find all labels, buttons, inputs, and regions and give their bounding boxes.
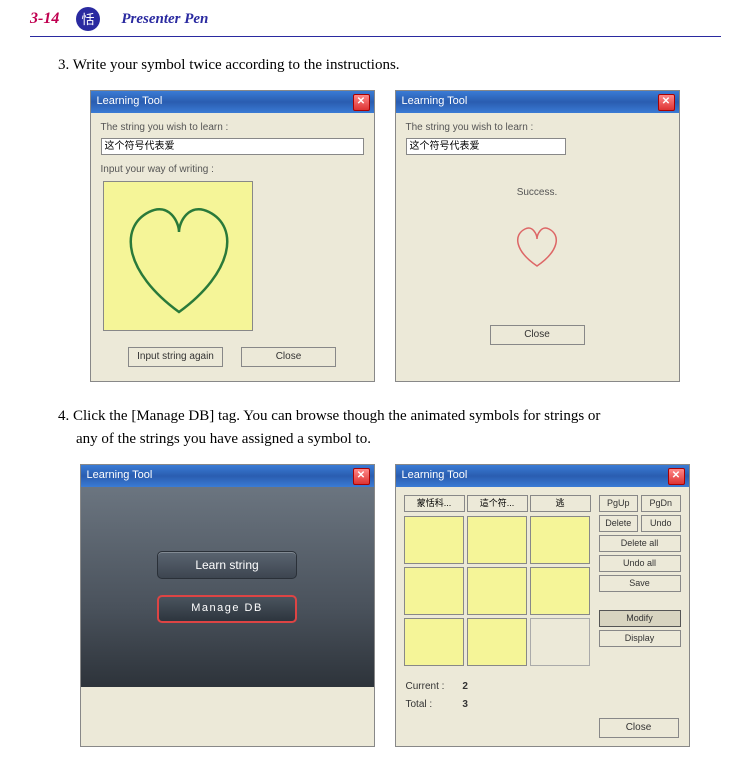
close-icon[interactable]: ✕ bbox=[353, 468, 370, 485]
dialog-learn-input: Learning Tool ✕ The string you wish to l… bbox=[90, 90, 375, 382]
close-icon[interactable]: ✕ bbox=[353, 94, 370, 111]
close-icon[interactable]: ✕ bbox=[668, 468, 685, 485]
symbol-cell-empty bbox=[530, 618, 590, 666]
dialog-title: Learning Tool bbox=[400, 468, 468, 483]
total-label: Total : bbox=[406, 699, 433, 710]
dialog-title: Learning Tool bbox=[95, 94, 163, 109]
titlebar: Learning Tool ✕ bbox=[396, 91, 679, 113]
string-input[interactable]: 这个符号代表爱 bbox=[101, 138, 364, 155]
screenshots-row-1: Learning Tool ✕ The string you wish to l… bbox=[58, 90, 711, 382]
current-value: 2 bbox=[462, 681, 468, 692]
drawing-canvas[interactable] bbox=[103, 181, 253, 331]
undo-all-button[interactable]: Undo all bbox=[599, 555, 681, 572]
learn-string-button[interactable]: Learn string bbox=[157, 551, 297, 579]
pgup-button[interactable]: PgUp bbox=[599, 495, 639, 512]
close-icon[interactable]: ✕ bbox=[658, 94, 675, 111]
dialog-title: Learning Tool bbox=[85, 468, 153, 483]
current-label: Current : bbox=[406, 681, 445, 692]
input-way-label: Input your way of writing : bbox=[101, 163, 364, 177]
page-number: 3-14 bbox=[30, 10, 59, 28]
save-button[interactable]: Save bbox=[599, 575, 681, 592]
delete-button[interactable]: Delete bbox=[599, 515, 639, 532]
symbol-cell[interactable] bbox=[467, 618, 527, 666]
step-4-text-line2: any of the strings you have assigned a s… bbox=[58, 429, 711, 450]
manage-db-button[interactable]: Manage DB bbox=[157, 595, 297, 623]
symbol-cell[interactable] bbox=[467, 567, 527, 615]
input-again-button[interactable]: Input string again bbox=[128, 347, 223, 367]
dialog-title: Learning Tool bbox=[400, 94, 468, 109]
symbol-cell[interactable] bbox=[530, 567, 590, 615]
heart-small bbox=[507, 221, 567, 271]
titlebar: Learning Tool ✕ bbox=[81, 465, 374, 487]
symbol-cell[interactable] bbox=[404, 567, 464, 615]
pgdn-button[interactable]: PgDn bbox=[641, 495, 681, 512]
dialog-manage-db: Learning Tool ✕ 蒙恬科... 這个符... 逃 bbox=[395, 464, 690, 747]
symbol-cell[interactable] bbox=[404, 516, 464, 564]
delete-all-button[interactable]: Delete all bbox=[599, 535, 681, 552]
heart-drawing bbox=[104, 182, 254, 332]
db-tab-1[interactable]: 蒙恬科... bbox=[404, 495, 465, 512]
string-input[interactable]: 这个符号代表爱 bbox=[406, 138, 566, 155]
symbol-cell[interactable] bbox=[404, 618, 464, 666]
step-4-text-line1: 4. Click the [Manage DB] tag. You can br… bbox=[58, 406, 711, 427]
success-message: Success. bbox=[406, 175, 669, 211]
step-3-text: 3. Write your symbol twice according to … bbox=[58, 55, 711, 76]
screenshots-row-2: Learning Tool ✕ Learn string Manage DB L… bbox=[58, 464, 711, 747]
symbol-cell[interactable] bbox=[530, 516, 590, 564]
titlebar: Learning Tool ✕ bbox=[396, 465, 689, 487]
close-button[interactable]: Close bbox=[241, 347, 336, 367]
close-button[interactable]: Close bbox=[490, 325, 585, 345]
section-title: Presenter Pen bbox=[121, 11, 208, 28]
db-tab-3[interactable]: 逃 bbox=[530, 495, 591, 512]
learn-label: The string you wish to learn : bbox=[406, 121, 669, 135]
svg-text:恬: 恬 bbox=[82, 12, 95, 27]
total-value: 3 bbox=[462, 699, 468, 710]
dialog-main-menu: Learning Tool ✕ Learn string Manage DB bbox=[80, 464, 375, 747]
modify-button[interactable]: Modify bbox=[599, 610, 681, 627]
display-button[interactable]: Display bbox=[599, 630, 681, 647]
titlebar: Learning Tool ✕ bbox=[91, 91, 374, 113]
db-tab-2[interactable]: 這个符... bbox=[467, 495, 528, 512]
stats-row: Current : Total : 2 3 bbox=[396, 674, 689, 714]
logo-icon: 恬 bbox=[75, 6, 101, 32]
page-header: 3-14 恬 Presenter Pen bbox=[30, 0, 721, 37]
close-button[interactable]: Close bbox=[599, 718, 679, 738]
learn-label: The string you wish to learn : bbox=[101, 121, 364, 135]
dialog-learn-success: Learning Tool ✕ The string you wish to l… bbox=[395, 90, 680, 382]
symbol-cell[interactable] bbox=[467, 516, 527, 564]
undo-button[interactable]: Undo bbox=[641, 515, 681, 532]
